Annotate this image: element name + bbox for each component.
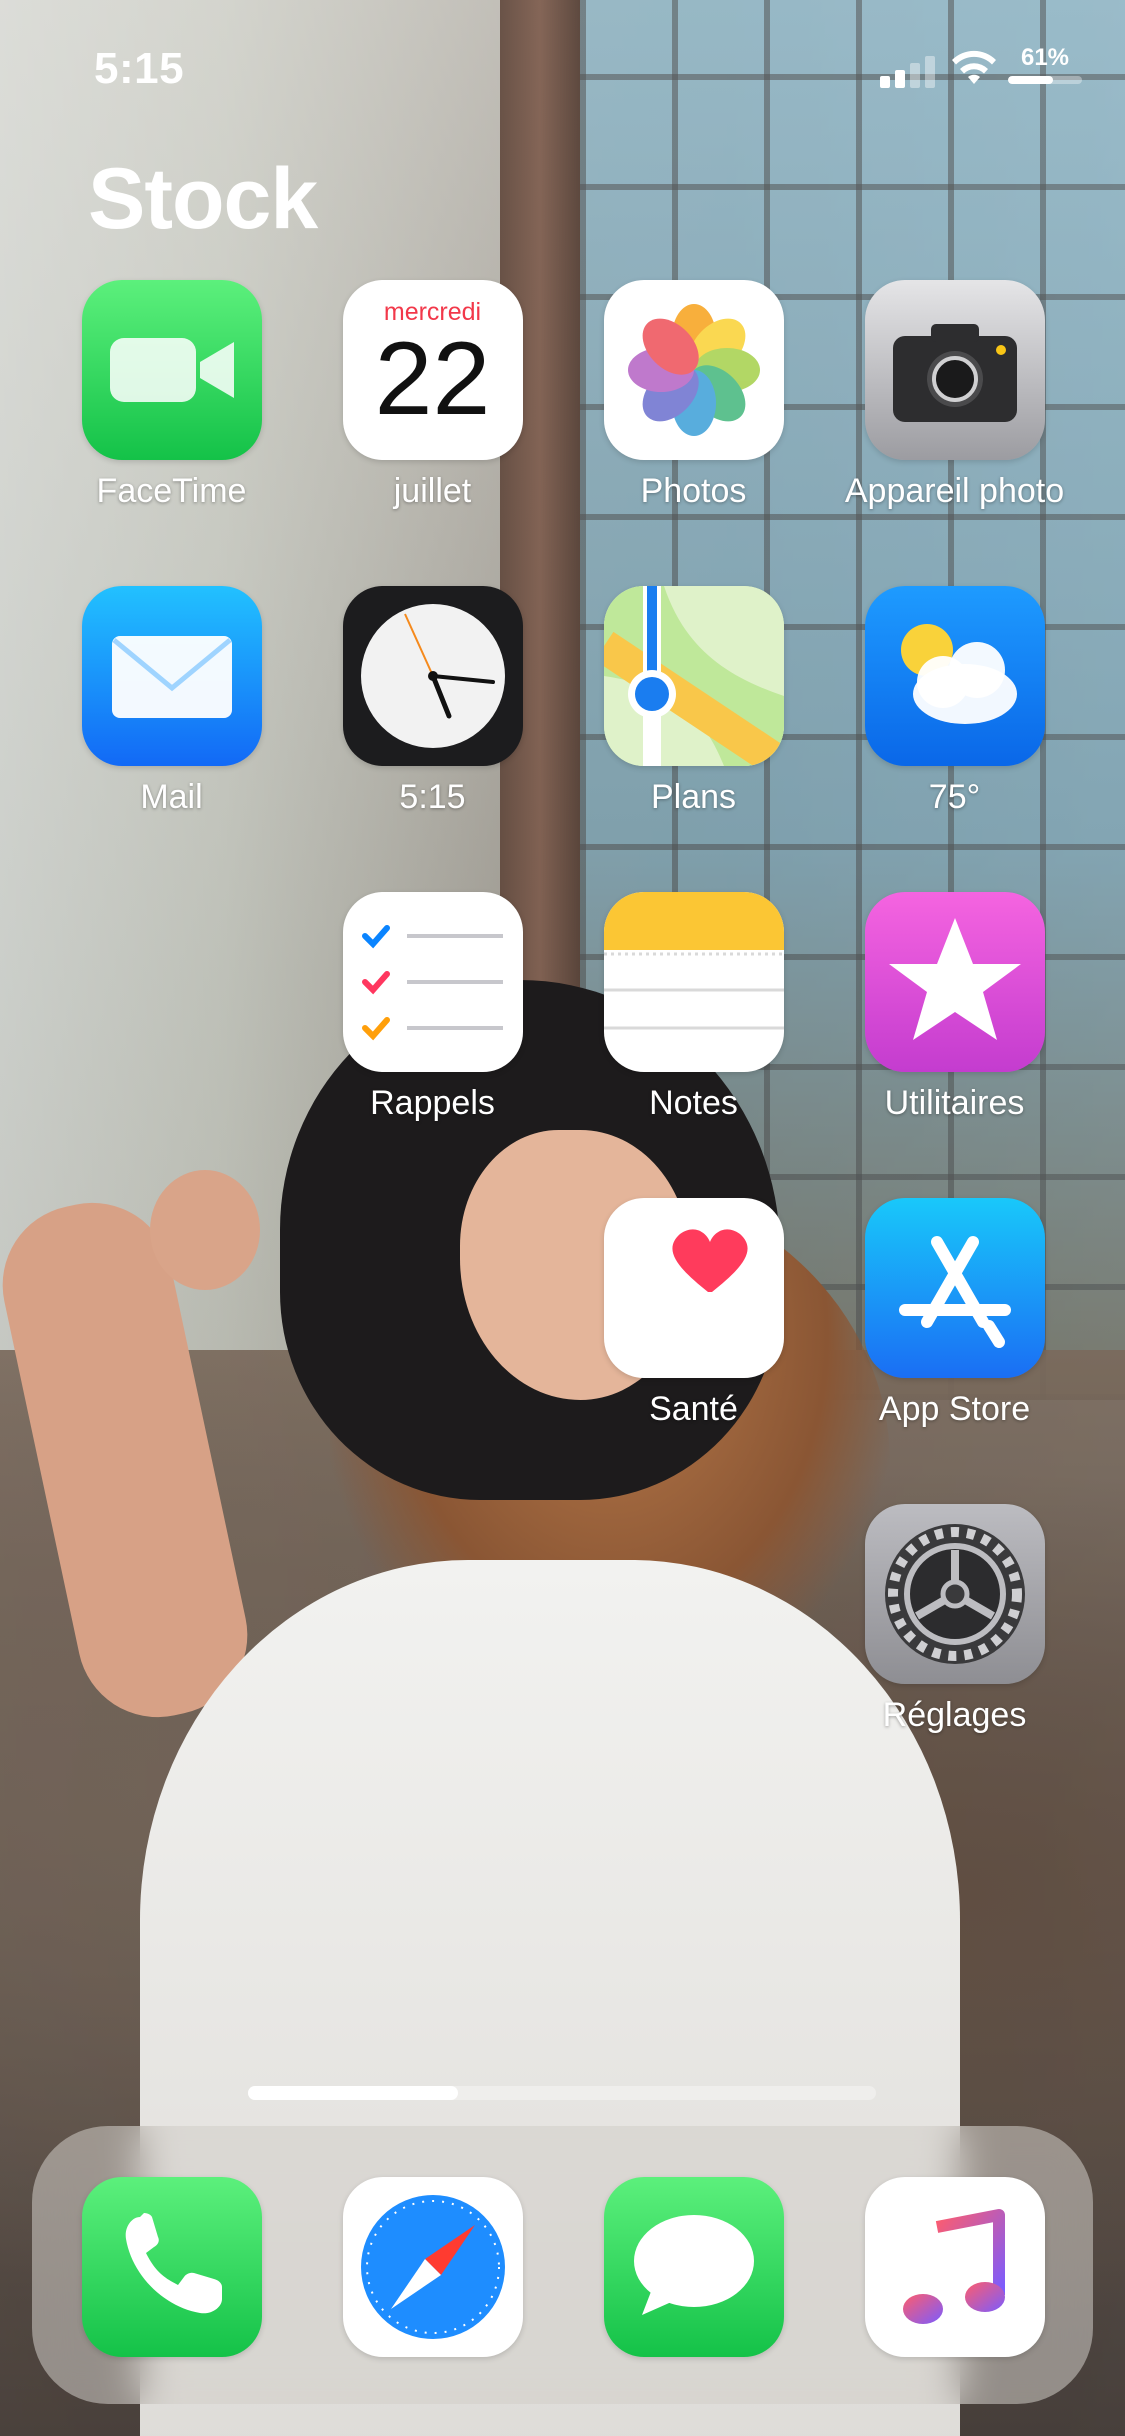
safari-icon — [342, 2177, 523, 2357]
status-bar: 5:15 61% — [0, 0, 1125, 140]
reminders-icon — [342, 892, 523, 1072]
app-label: 5:15 — [399, 778, 466, 816]
facetime-icon — [81, 280, 262, 460]
page-indicator[interactable] — [248, 2086, 876, 2100]
app-mail[interactable]: Mail — [41, 586, 302, 817]
app-label: Santé — [649, 1390, 738, 1428]
dock-app-music[interactable] — [824, 2177, 1085, 2357]
battery-level-bar — [1008, 76, 1082, 84]
app-clock[interactable]: 5:15 — [302, 586, 563, 817]
settings-icon — [864, 1504, 1045, 1684]
dock-app-phone[interactable] — [41, 2177, 302, 2357]
health-icon — [603, 1198, 784, 1378]
app-settings[interactable]: Réglages — [824, 1504, 1085, 1735]
wallpaper-hand — [150, 1170, 260, 1290]
notes-icon — [603, 892, 784, 1072]
app-facetime[interactable]: FaceTime — [41, 280, 302, 511]
status-time: 5:15 — [94, 44, 185, 93]
app-maps[interactable]: Plans — [563, 586, 824, 817]
battery-percent: 61% — [1020, 44, 1070, 71]
app-label: Photos — [640, 472, 747, 510]
music-icon — [864, 2177, 1045, 2357]
dock-app-messages[interactable] — [563, 2177, 824, 2357]
app-camera[interactable]: Appareil photo — [824, 280, 1085, 511]
clock-icon — [342, 586, 523, 766]
app-reminders[interactable]: Rappels — [302, 892, 563, 1123]
phone-icon — [81, 2177, 262, 2357]
app-weather[interactable]: 75° — [824, 586, 1085, 817]
page-title: Stock — [88, 151, 318, 247]
app-label: Plans — [650, 778, 737, 816]
battery-icon: 61% — [1005, 46, 1085, 96]
page-indicator-active — [248, 2086, 458, 2100]
app-app-store[interactable]: App Store — [824, 1198, 1085, 1429]
app-utilities[interactable]: Utilitaires — [824, 892, 1085, 1123]
app-label: Appareil photo — [844, 472, 1065, 510]
app-label: juillet — [393, 472, 472, 510]
app-store-icon — [864, 1198, 1045, 1378]
calendar-date: 22 — [374, 321, 491, 437]
messages-icon — [603, 2177, 784, 2357]
app-label: Notes — [649, 1084, 738, 1122]
app-label: Rappels — [370, 1084, 495, 1122]
app-label: FaceTime — [96, 472, 247, 510]
dock-app-safari[interactable] — [302, 2177, 563, 2357]
utilities-icon — [864, 892, 1045, 1072]
photos-icon — [603, 280, 784, 460]
battery-level-fill — [1008, 76, 1054, 84]
app-photos[interactable]: Photos — [563, 280, 824, 511]
app-notes[interactable]: Notes — [563, 892, 824, 1123]
camera-icon — [864, 280, 1045, 460]
app-label: 75° — [928, 778, 981, 816]
app-label: Réglages — [882, 1696, 1027, 1734]
wifi-icon — [952, 50, 996, 84]
app-label: Mail — [140, 778, 203, 816]
weather-icon — [864, 586, 1045, 766]
app-health[interactable]: Santé — [563, 1198, 824, 1429]
cellular-signal-icon — [880, 54, 938, 88]
calendar-icon: mercredi 22 — [342, 280, 523, 460]
app-label: App Store — [878, 1390, 1031, 1428]
mail-icon — [81, 586, 262, 766]
app-calendar[interactable]: mercredi 22 juillet — [302, 280, 563, 511]
app-label: Utilitaires — [884, 1084, 1025, 1122]
maps-icon — [603, 586, 784, 766]
